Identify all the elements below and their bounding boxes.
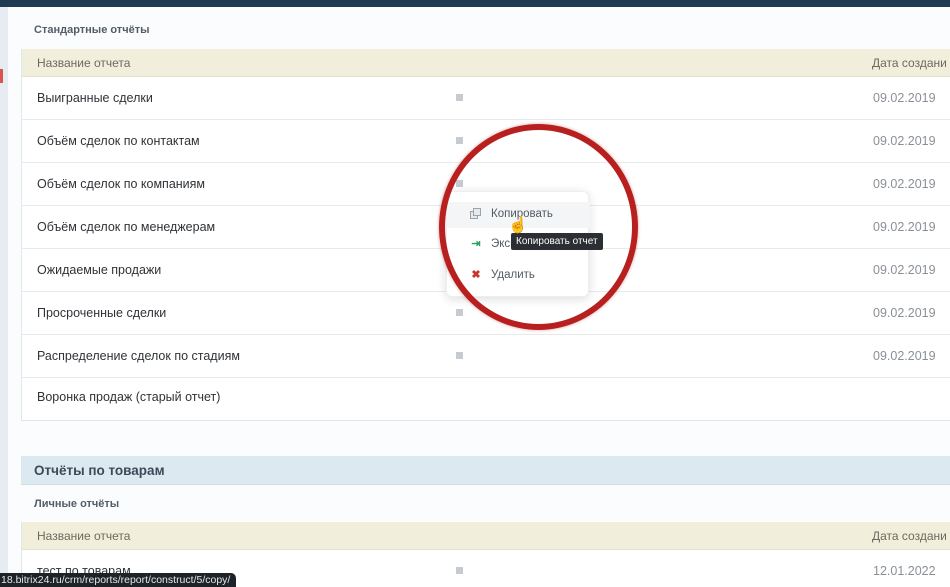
column-header-date[interactable]: Дата создани <box>872 56 947 70</box>
report-date: 09.02.2019 <box>873 263 936 277</box>
report-date: 12.01.2022 <box>873 564 936 578</box>
table-row[interactable]: Воронка продаж (старый отчет) <box>22 378 950 421</box>
column-header-name[interactable]: Название отчета <box>37 529 130 543</box>
report-name-link[interactable]: Объём сделок по компаниям <box>37 177 205 191</box>
row-menu-icon[interactable] <box>456 352 463 359</box>
report-name-link[interactable]: Ожидаемые продажи <box>37 263 161 277</box>
report-date: 09.02.2019 <box>873 349 936 363</box>
standard-reports-title: Стандартные отчёты <box>34 24 150 36</box>
report-name-link[interactable]: Распределение сделок по стадиям <box>37 349 240 363</box>
sidebar-marker <box>0 69 3 83</box>
row-menu-icon[interactable] <box>456 309 463 316</box>
column-header-date[interactable]: Дата создани <box>872 529 947 543</box>
row-menu-icon[interactable] <box>456 567 463 574</box>
report-name-link[interactable]: Выигранные сделки <box>37 91 153 105</box>
column-header-name[interactable]: Название отчета <box>37 56 130 70</box>
table-header: Название отчета Дата создани <box>22 522 950 550</box>
report-date: 09.02.2019 <box>873 177 936 191</box>
report-name-link[interactable]: Воронка продаж (старый отчет) <box>37 390 220 404</box>
report-date: 09.02.2019 <box>873 306 936 320</box>
status-url-bar: 18.bitrix24.ru/crm/reports/report/constr… <box>0 573 237 587</box>
product-reports-section-header: Отчёты по товарам <box>21 456 950 485</box>
product-reports-title: Отчёты по товарам <box>34 463 165 478</box>
highlight-circle-annotation <box>439 124 638 330</box>
report-date: 09.02.2019 <box>873 220 936 234</box>
report-date: 09.02.2019 <box>873 134 936 148</box>
row-menu-icon[interactable] <box>456 137 463 144</box>
table-row[interactable]: Распределение сделок по стадиям 09.02.20… <box>22 335 950 378</box>
left-sidebar-edge <box>0 7 8 587</box>
report-name-link[interactable]: Объём сделок по контактам <box>37 134 200 148</box>
report-name-link[interactable]: Просроченные сделки <box>37 306 166 320</box>
table-header: Название отчета Дата создани <box>22 49 950 77</box>
row-menu-icon[interactable] <box>456 94 463 101</box>
report-name-link[interactable]: Объём сделок по менеджерам <box>37 220 215 234</box>
table-row[interactable]: Выигранные сделки 09.02.2019 <box>22 77 950 120</box>
personal-reports-title: Личные отчёты <box>34 498 120 510</box>
report-date: 09.02.2019 <box>873 91 936 105</box>
top-bar <box>0 0 950 7</box>
